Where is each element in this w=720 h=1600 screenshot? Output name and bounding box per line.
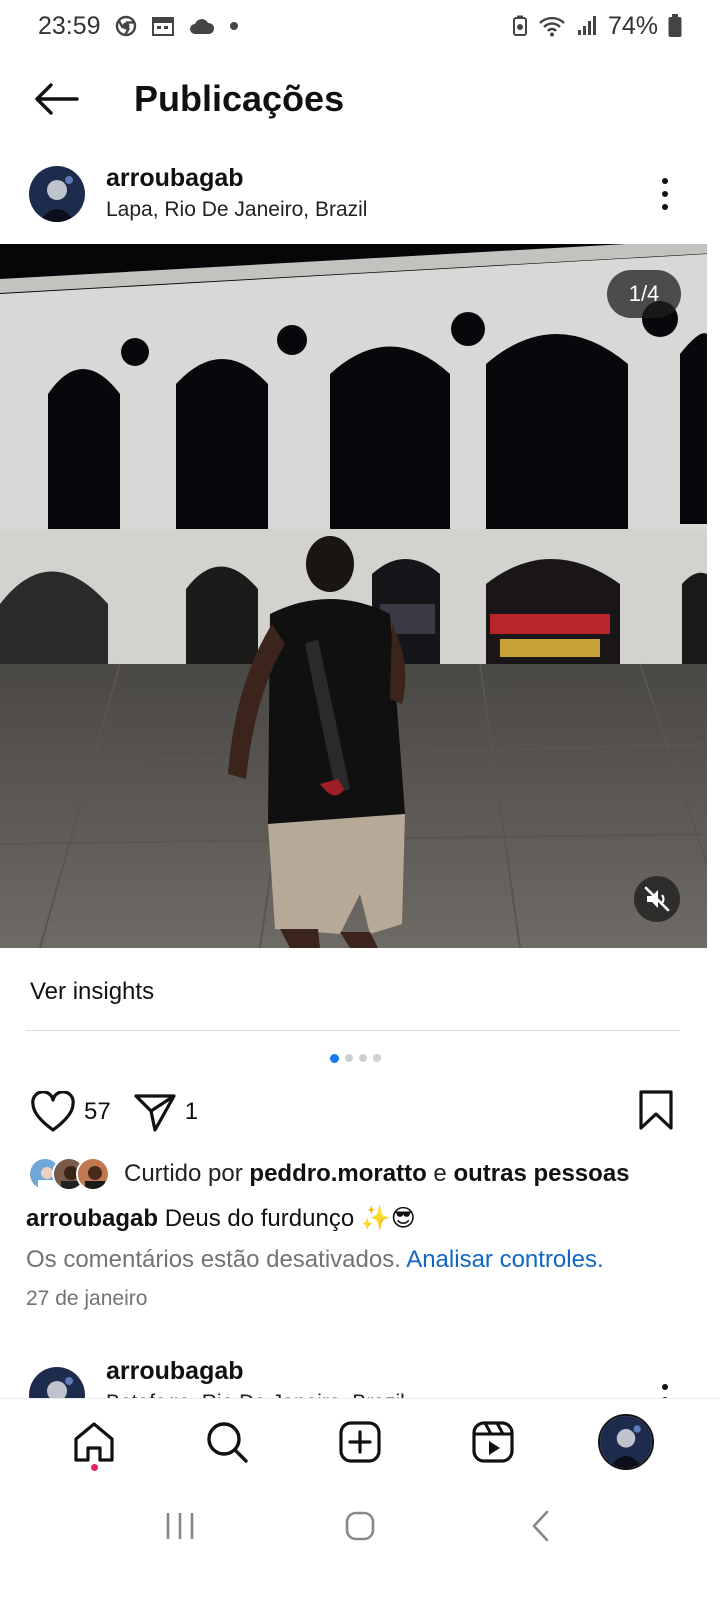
nav-create[interactable] — [325, 1407, 395, 1477]
page-title: Publicações — [134, 78, 345, 119]
carousel-dot-active — [329, 1054, 339, 1063]
view-insights-button[interactable]: Ver insights — [0, 960, 720, 1024]
carousel-dot — [372, 1054, 381, 1062]
status-bar: 23:59 74% — [0, 0, 720, 52]
back-system-button[interactable] — [510, 1496, 570, 1556]
more-dot-icon — [662, 204, 668, 210]
liked-others[interactable]: outras pessoas — [453, 1160, 629, 1187]
status-left: 23:59 — [38, 12, 239, 41]
nav-profile[interactable] — [591, 1407, 661, 1477]
post-date: 27 de janeiro — [26, 1287, 148, 1310]
calendar-icon — [151, 15, 175, 37]
status-right: 74% — [512, 12, 682, 41]
avatar[interactable] — [29, 1367, 85, 1400]
post-meta: arroubagab Lapa, Rio De Janeiro, Brazil — [106, 162, 367, 226]
back-button[interactable] — [26, 74, 86, 124]
liker-avatars — [28, 1157, 110, 1191]
carousel-dot — [358, 1054, 367, 1062]
divider — [26, 1030, 680, 1031]
mute-button[interactable] — [634, 876, 680, 922]
post-actions: 57 1 — [0, 1084, 720, 1140]
battery-saver-icon — [512, 15, 528, 37]
post-username[interactable]: arroubagab — [106, 162, 367, 194]
battery-icon — [668, 14, 682, 38]
carousel-dot — [344, 1054, 353, 1062]
home-system-button[interactable] — [330, 1496, 390, 1556]
battery-percent: 74% — [607, 11, 658, 40]
more-dot-icon — [662, 1384, 668, 1390]
caption-username[interactable]: arroubagab — [26, 1205, 158, 1232]
review-controls-link[interactable]: Analisar controles — [406, 1246, 597, 1273]
liked-user[interactable]: peddro.moratto — [249, 1160, 426, 1187]
nav-home[interactable] — [59, 1407, 129, 1477]
comments-disabled-notice: Os comentários estão desativados. Analis… — [26, 1246, 604, 1273]
arrow-left-icon — [35, 83, 79, 115]
carousel-indicator — [0, 1054, 720, 1063]
cloud-icon — [189, 17, 215, 35]
liked-by-row[interactable]: Curtido por peddro.moratto e outras pess… — [28, 1152, 708, 1196]
more-options-button[interactable] — [650, 169, 680, 219]
media-counter: 1/4 — [607, 270, 681, 318]
header: Publicações — [0, 60, 720, 138]
share-count: 1 — [184, 1098, 199, 1125]
more-dot-icon — [662, 178, 668, 184]
post-username[interactable]: arroubagab — [106, 1355, 405, 1387]
signal-icon — [576, 15, 598, 37]
reels-icon — [472, 1420, 514, 1463]
search-icon — [207, 1421, 248, 1463]
home-icon — [74, 1421, 114, 1462]
save-button[interactable] — [638, 1089, 674, 1136]
chrome-icon — [115, 15, 137, 37]
post-meta: arroubagab Botafogo, Rio De Janeiro, Bra… — [106, 1355, 405, 1400]
heart-icon — [31, 1091, 75, 1132]
avatar[interactable] — [29, 166, 85, 222]
nav-search[interactable] — [192, 1407, 262, 1477]
more-dot-icon — [662, 191, 668, 197]
bottom-nav — [0, 1398, 720, 1484]
recent-apps-icon — [166, 1513, 194, 1539]
liker-avatar — [76, 1157, 110, 1191]
send-icon — [134, 1094, 176, 1132]
post-photo[interactable] — [0, 244, 707, 948]
next-post: arroubagab Botafogo, Rio De Janeiro, Bra… — [0, 1348, 720, 1400]
post-location[interactable]: Lapa, Rio De Janeiro, Brazil — [106, 194, 367, 226]
recent-apps-button[interactable] — [150, 1496, 210, 1556]
wifi-icon — [538, 15, 566, 37]
status-time: 23:59 — [38, 11, 101, 40]
like-count[interactable]: 57 — [84, 1098, 111, 1126]
chevron-left-icon — [532, 1510, 549, 1542]
post-header: arroubagab Lapa, Rio De Janeiro, Brazil — [0, 152, 720, 236]
home-circle-icon — [345, 1511, 375, 1541]
speaker-muted-icon — [644, 886, 670, 912]
notification-dot — [91, 1463, 99, 1471]
nav-reels[interactable] — [458, 1407, 528, 1477]
share-button[interactable]: 1 — [133, 1091, 198, 1133]
system-navigation — [0, 1486, 720, 1566]
like-button[interactable]: 57 — [30, 1091, 111, 1133]
create-icon — [339, 1420, 381, 1463]
more-options-button[interactable] — [650, 1375, 680, 1400]
post-caption: arroubagab Deus do furdunço ✨😎 — [26, 1198, 706, 1240]
caption-text: Deus do furdunço ✨😎 — [164, 1205, 416, 1232]
dot-icon — [229, 21, 239, 31]
bookmark-icon — [639, 1089, 673, 1130]
next-post-header: arroubagab Botafogo, Rio De Janeiro, Bra… — [0, 1348, 720, 1400]
profile-avatar — [597, 1413, 654, 1470]
liked-by-text: Curtido por peddro.moratto e outras pess… — [124, 1160, 630, 1187]
